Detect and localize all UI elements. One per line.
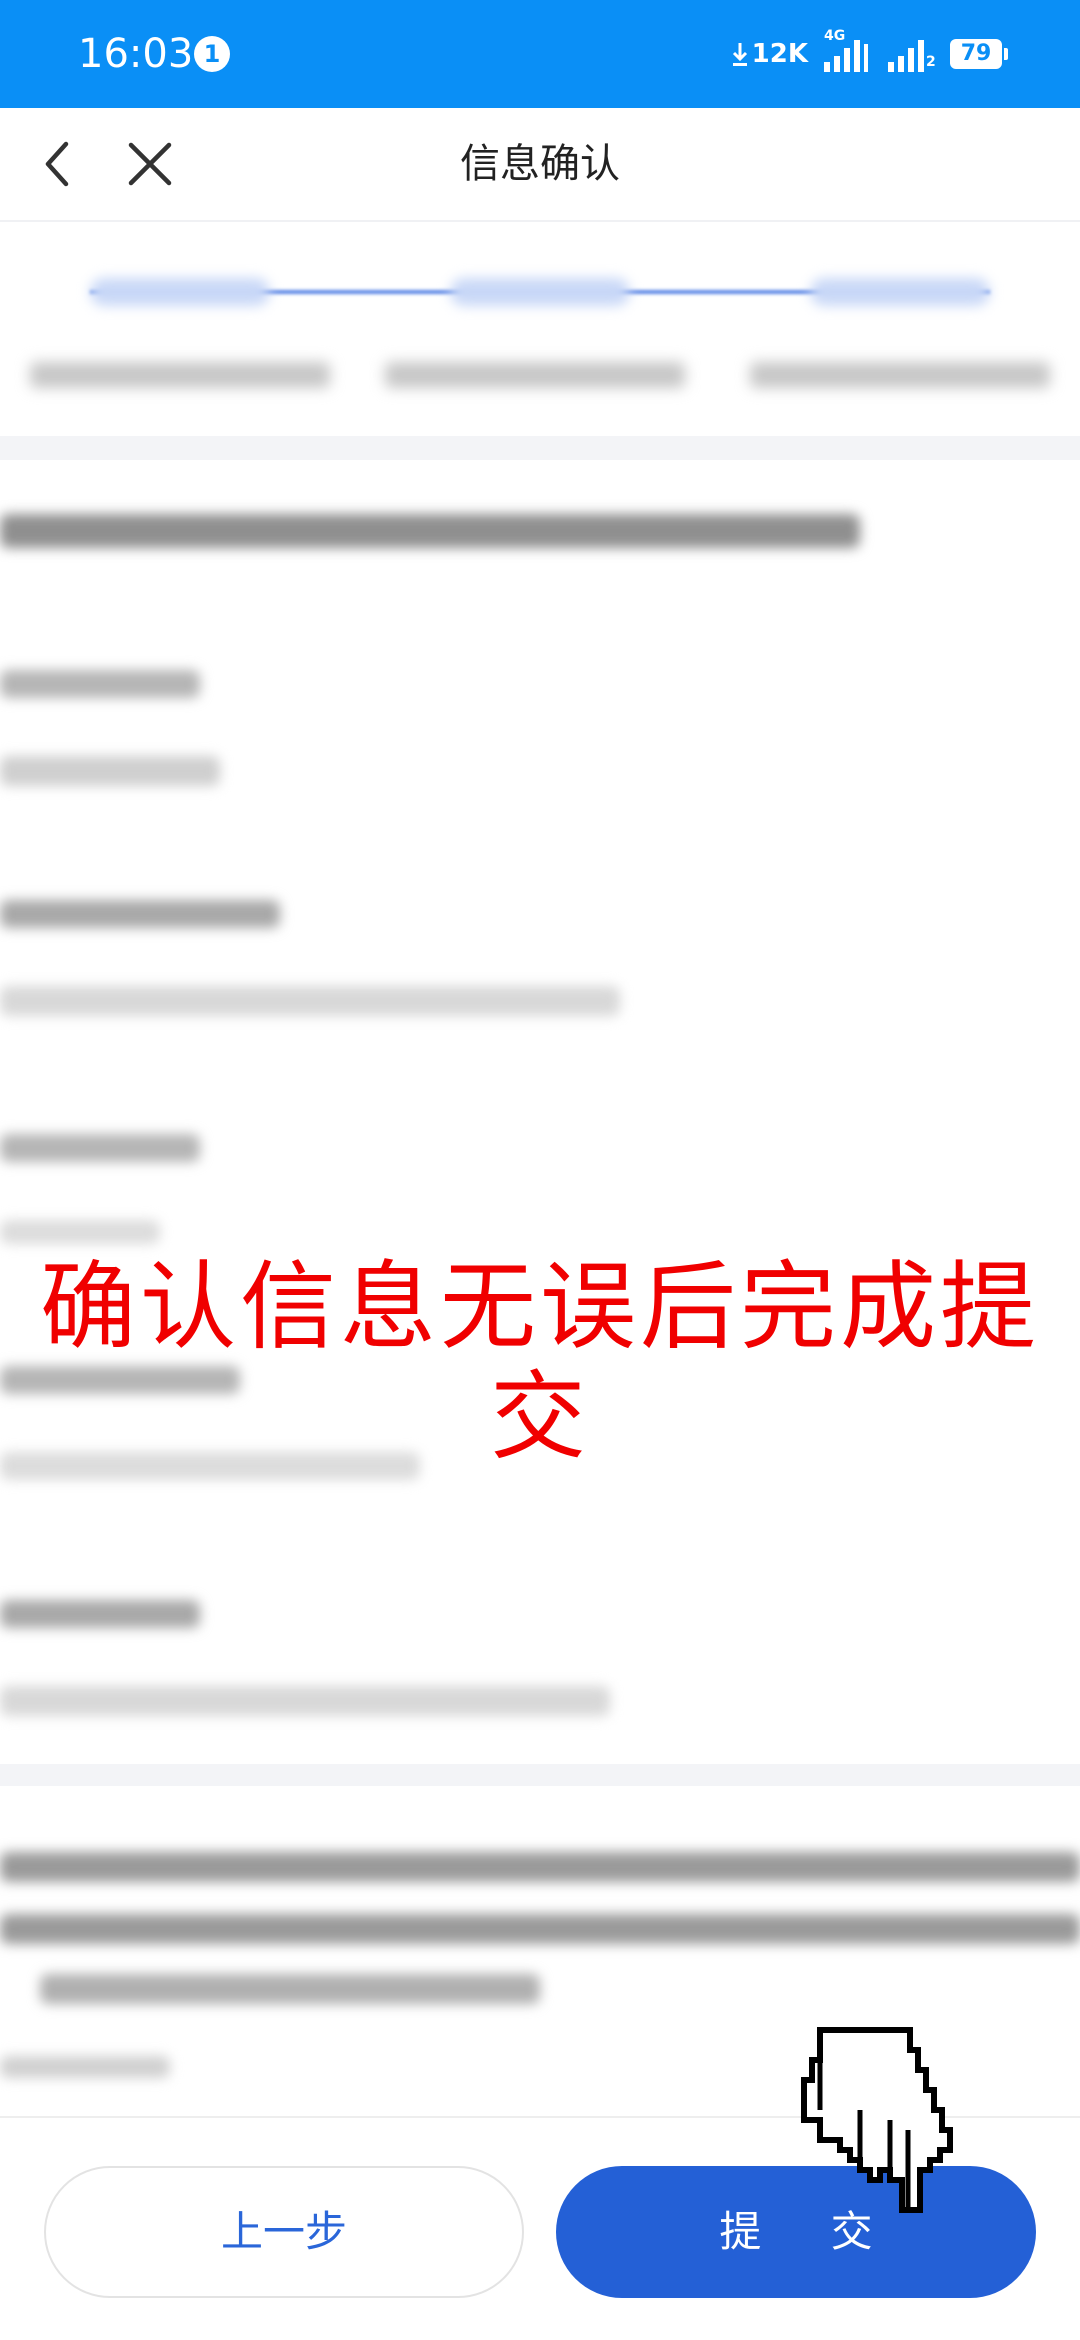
signal-4g-icon: 4G	[822, 28, 872, 74]
step-label-redacted	[30, 362, 330, 388]
hand-pointer-icon	[801, 2027, 953, 2213]
step-indicator	[450, 278, 630, 306]
battery-level: 79	[960, 41, 992, 66]
notice-text-redacted	[0, 2056, 170, 2078]
sim2-label: 2	[926, 54, 936, 70]
step-indicator	[810, 278, 990, 306]
network-speed: 12K	[732, 39, 808, 69]
field-label-redacted	[0, 1134, 200, 1162]
page-title: 信息确认	[460, 141, 620, 187]
section-heading-redacted	[0, 514, 860, 548]
signal-sim2-icon: 2	[886, 34, 936, 74]
section-divider	[0, 1764, 1080, 1786]
section-divider	[0, 436, 1080, 460]
field-label-redacted	[0, 1600, 200, 1628]
download-arrow-icon	[732, 43, 747, 66]
status-bar: 16:03 1 12K 4G 2 79	[0, 0, 1080, 108]
nav-header: 信息确认	[0, 108, 1080, 222]
field-label-redacted	[0, 900, 280, 928]
notice-text-redacted	[40, 1974, 540, 2004]
field-value-redacted	[0, 986, 620, 1016]
field-value-redacted	[0, 1686, 610, 1716]
screen: 16:03 1 12K 4G 2 79 信息确认 确认信息无误后完成提交 上一步…	[0, 0, 1080, 2340]
notice-text-redacted	[0, 1852, 1080, 1882]
field-label-redacted	[0, 670, 200, 698]
notice-text-redacted	[0, 1914, 1080, 1944]
field-value-redacted	[0, 756, 220, 786]
network-speed-value: 12K	[751, 39, 808, 69]
status-time: 16:03	[78, 31, 194, 77]
battery-icon: 79	[950, 39, 1008, 69]
status-indicators: 12K 4G 2 79	[732, 28, 1008, 74]
field-value-redacted	[0, 1220, 160, 1244]
step-progress	[0, 222, 1080, 434]
step-label-redacted	[385, 362, 685, 388]
instruction-annotation: 确认信息无误后完成提交	[40, 1251, 1040, 1473]
step-label-redacted	[750, 362, 1050, 388]
previous-step-button[interactable]: 上一步	[44, 2166, 524, 2298]
notification-badge: 1	[194, 36, 230, 72]
step-indicator	[90, 278, 270, 306]
